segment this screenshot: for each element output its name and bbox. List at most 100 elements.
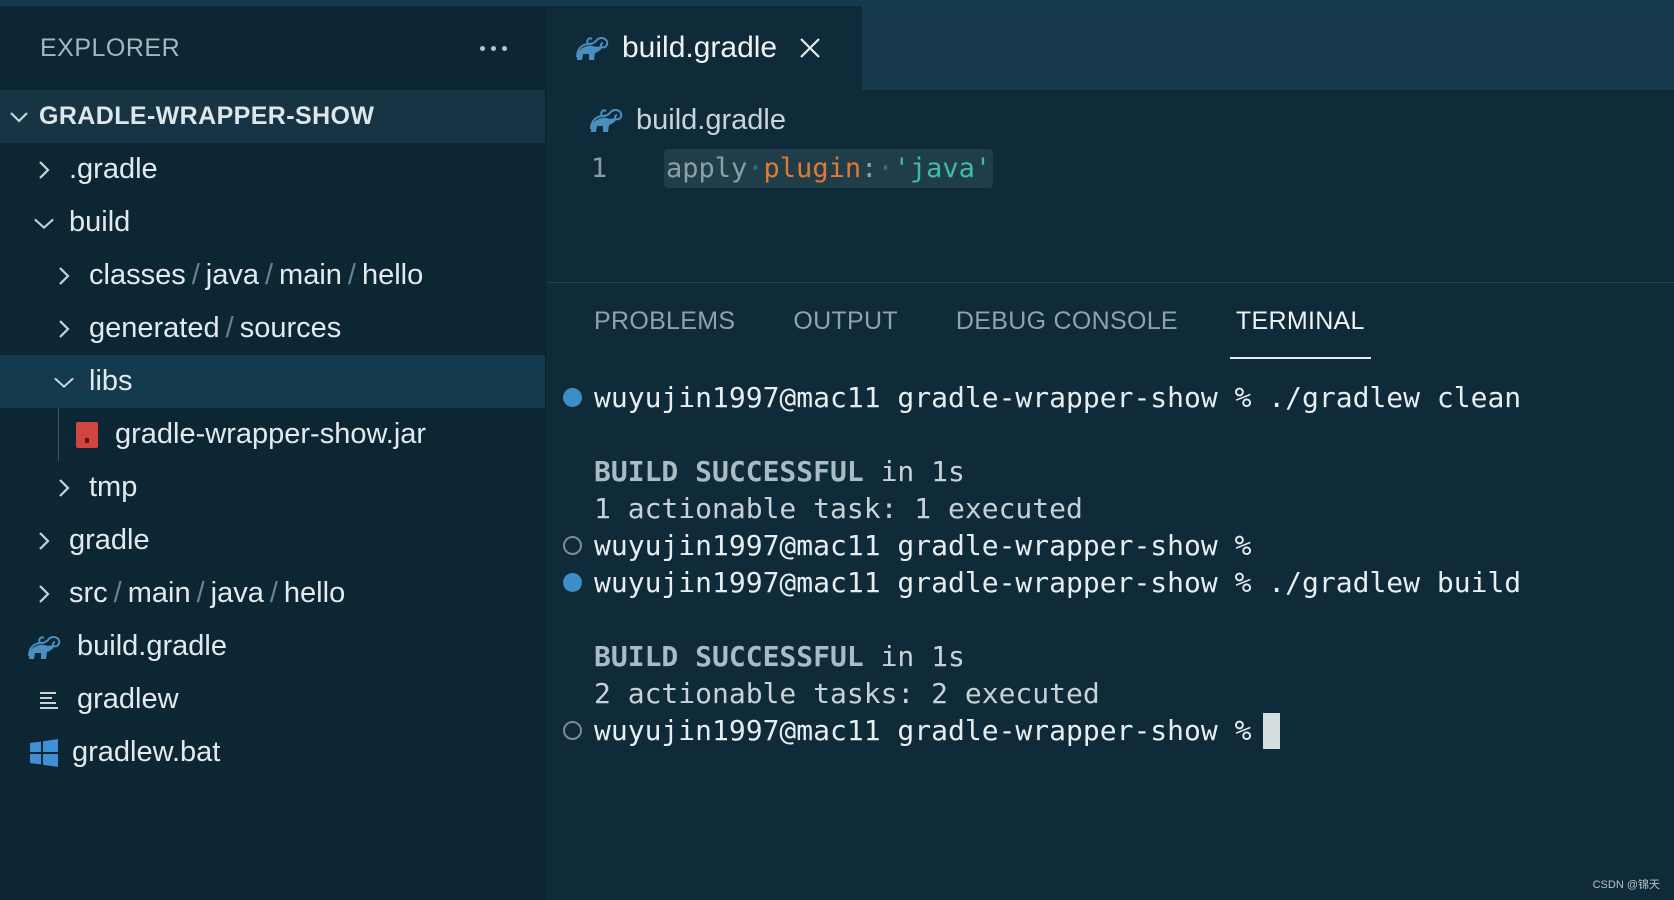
terminal-text: wuyujin1997@mac11 gradle-wrapper-show % (594, 529, 1252, 562)
chevron-right-icon (33, 514, 55, 567)
code-line[interactable]: 1 apply·plugin:·'java' (546, 146, 1674, 190)
token-keyword: apply (666, 152, 748, 184)
token-whitespace: · (747, 152, 764, 184)
tree-item-tmp[interactable]: tmp (0, 461, 545, 514)
tree-item-dot-gradle[interactable]: .gradle (0, 143, 545, 196)
editor-tab-bar: build.gradle (546, 6, 1674, 90)
tree-item-label: .gradle (69, 153, 158, 185)
tree-item-classes[interactable]: classes / java / main / hello (0, 249, 545, 302)
path-segment: main (279, 259, 342, 291)
indent-guide (58, 408, 59, 461)
vscode-window: EXPLORER GRADLE-WRAPPER-SHOW .gradle bui… (0, 0, 1674, 900)
explorer-header: EXPLORER (0, 6, 545, 90)
tree-item-gradlew-bat[interactable]: gradlew.bat (0, 726, 545, 779)
command-empty-dot-icon[interactable] (563, 721, 582, 740)
path-separator: / (196, 577, 205, 609)
ellipsis-icon[interactable] (480, 45, 507, 51)
tree-item-gradle[interactable]: gradle (0, 514, 545, 567)
terminal-text: in 1s (863, 455, 965, 488)
chevron-down-icon (33, 196, 55, 249)
path-segment: hello (361, 259, 424, 291)
tree-item-libs[interactable]: libs (0, 355, 545, 408)
jar-file-icon (73, 421, 101, 449)
bottom-panel: PROBLEMS OUTPUT DEBUG CONSOLE TERMINAL w… (546, 283, 1674, 900)
chevron-down-icon (0, 105, 39, 129)
path-segment: src (69, 577, 108, 609)
path-segment: sources (239, 312, 342, 344)
token-property: plugin (763, 152, 862, 184)
watermark: CSDN @锦天 (1592, 879, 1660, 891)
windows-icon (28, 738, 60, 767)
close-icon[interactable] (799, 37, 821, 59)
command-success-dot-icon[interactable] (563, 573, 582, 592)
path-separator: / (264, 259, 274, 291)
command-empty-dot-icon[interactable] (563, 536, 582, 555)
tree-item-label: build.gradle (77, 630, 227, 662)
gradle-elephant-icon (574, 35, 610, 61)
path-segment: java (210, 577, 264, 609)
terminal-text: wuyujin1997@mac11 gradle-wrapper-show % … (594, 381, 1522, 414)
terminal-text: 2 actionable tasks: 2 executed (594, 677, 1100, 710)
terminal-text: in 1s (863, 640, 965, 673)
tree-item-gradlew[interactable]: gradlew (0, 673, 545, 726)
code-content: apply·plugin:·'java' (664, 148, 994, 188)
tree-item-label: gradle-wrapper-show.jar (115, 418, 427, 450)
tree-item-label: build (69, 206, 131, 238)
chevron-right-icon (53, 461, 75, 514)
code-editor[interactable]: build.gradle 1 apply·plugin:·'java' (546, 90, 1674, 282)
explorer-title: EXPLORER (40, 33, 181, 62)
tab-debug-console[interactable]: DEBUG CONSOLE (956, 283, 1178, 359)
tree-item-label: libs (89, 365, 133, 397)
tree-item-label: gradle (69, 524, 150, 556)
chevron-down-icon (53, 355, 75, 408)
chevron-right-icon (33, 143, 55, 196)
terminal-text: wuyujin1997@mac11 gradle-wrapper-show % (594, 714, 1252, 747)
tree-item-label: gradlew (77, 683, 179, 715)
tab-problems[interactable]: PROBLEMS (594, 283, 735, 359)
tree-item-build-gradle[interactable]: build.gradle (0, 620, 545, 673)
tree-item-build[interactable]: build (0, 196, 545, 249)
terminal-cursor (1263, 712, 1281, 749)
path-separator: / (347, 259, 356, 291)
chevron-right-icon (53, 302, 75, 355)
path-separator: / (269, 577, 278, 609)
breadcrumb-file: build.gradle (636, 103, 786, 136)
path-segment: classes (89, 259, 186, 291)
tree-item-generated[interactable]: generated / sources (0, 302, 545, 355)
text-file-icon (35, 686, 63, 714)
path-segment: hello (283, 577, 346, 609)
terminal-text: 1 actionable task: 1 executed (594, 492, 1083, 525)
line-number: 1 (590, 152, 608, 184)
path-separator: / (225, 312, 234, 344)
terminal-line: wuyujin1997@mac11 gradle-wrapper-show % (546, 712, 1674, 749)
terminal[interactable]: wuyujin1997@mac11 gradle-wrapper-show % … (546, 379, 1674, 749)
terminal-bold-text: BUILD SUCCESSFUL (594, 455, 864, 488)
command-success-dot-icon[interactable] (563, 388, 582, 407)
terminal-line: wuyujin1997@mac11 gradle-wrapper-show % … (546, 379, 1674, 416)
workspace-folder-header[interactable]: GRADLE-WRAPPER-SHOW (0, 90, 545, 143)
tree-item-label: gradlew.bat (72, 736, 221, 768)
panel-tab-bar: PROBLEMS OUTPUT DEBUG CONSOLE TERMINAL (546, 283, 1423, 359)
terminal-line: 1 actionable task: 1 executed (546, 490, 1674, 527)
gradle-elephant-icon (588, 107, 624, 133)
terminal-line: BUILD SUCCESSFUL in 1s (546, 453, 1674, 490)
token-string: 'java' (893, 152, 992, 184)
tree-item-label: tmp (89, 471, 138, 503)
chevron-right-icon (33, 567, 55, 620)
tree-item-src[interactable]: src / main / java / hello (0, 567, 545, 620)
path-segment: java (205, 259, 259, 291)
tab-terminal[interactable]: TERMINAL (1229, 283, 1371, 359)
tab-output[interactable]: OUTPUT (793, 283, 898, 359)
tab-build-gradle[interactable]: build.gradle (546, 6, 862, 90)
terminal-line: 2 actionable tasks: 2 executed (546, 675, 1674, 712)
tree-item-jar[interactable]: gradle-wrapper-show.jar (0, 408, 545, 461)
breadcrumb[interactable]: build.gradle (588, 98, 786, 142)
path-separator: / (191, 259, 200, 291)
token-colon: : (861, 152, 878, 184)
workspace-folder-name: GRADLE-WRAPPER-SHOW (39, 102, 375, 130)
path-segment: main (127, 577, 191, 609)
tab-label: build.gradle (622, 31, 778, 64)
terminal-line: wuyujin1997@mac11 gradle-wrapper-show % … (546, 564, 1674, 601)
